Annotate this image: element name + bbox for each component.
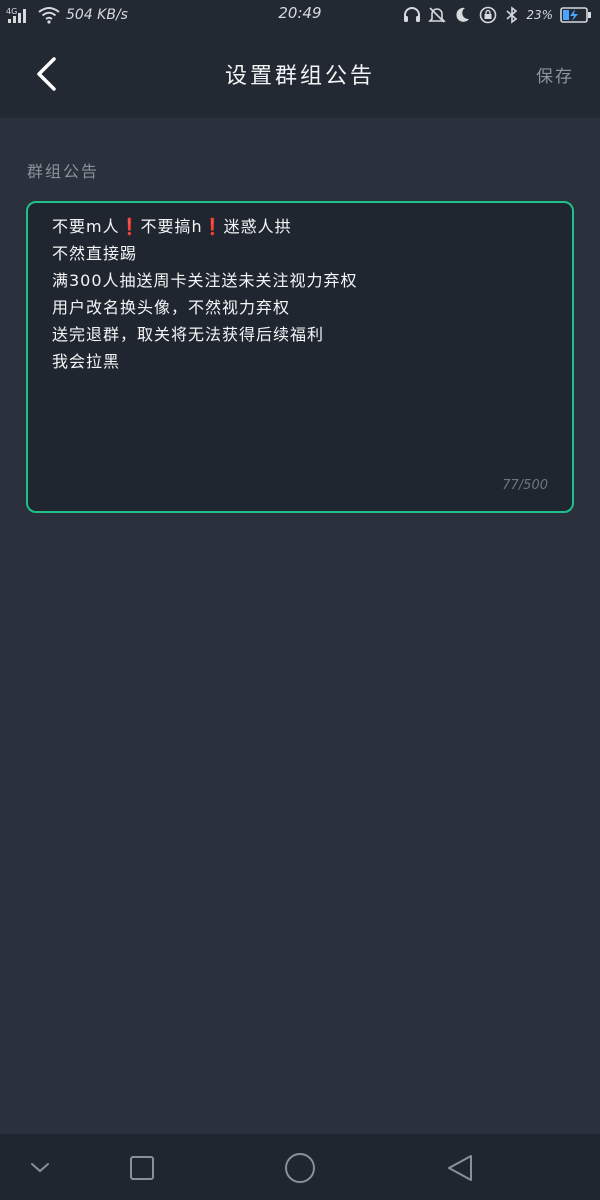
triangle-back-icon — [448, 1155, 472, 1181]
moon-icon — [456, 7, 470, 22]
chevron-down-icon — [31, 1163, 49, 1173]
notice-textarea[interactable]: 不要m人❗不要搞h❗迷惑人拱 不然直接踢 满300人抽送周卡关注送未关注视力弃权… — [52, 213, 552, 463]
rotation-lock-icon — [480, 6, 497, 24]
nav-home-button[interactable] — [282, 1150, 318, 1186]
bell-off-icon — [428, 7, 447, 23]
nav-recents-button[interactable] — [124, 1150, 160, 1186]
square-icon — [130, 1156, 154, 1180]
char-counter: 77/500 — [502, 478, 548, 493]
bluetooth-icon — [506, 6, 518, 24]
battery-charging-icon — [560, 7, 591, 23]
notice-input-box[interactable]: 不要m人❗不要搞h❗迷惑人拱 不然直接踢 满300人抽送周卡关注送未关注视力弃权… — [26, 201, 574, 513]
status-bar: 4G 504 KB/s 20:49 23% — [0, 0, 600, 30]
circle-icon — [285, 1153, 315, 1183]
navigation-bar — [0, 1134, 600, 1200]
battery-percent: 23% — [526, 8, 553, 22]
status-right: 23% — [403, 4, 592, 26]
notice-section-label: 群组公告 — [27, 162, 100, 181]
headphones-icon — [404, 7, 421, 22]
screen: 4G 504 KB/s 20:49 23% 设置群组公告 保存 群组公告 不要m… — [0, 0, 600, 1200]
save-button[interactable]: 保存 — [536, 62, 574, 87]
app-header: 设置群组公告 保存 — [0, 30, 600, 118]
page-title: 设置群组公告 — [224, 64, 375, 89]
nav-hide-button[interactable] — [22, 1150, 58, 1186]
nav-back-button[interactable] — [442, 1150, 478, 1186]
